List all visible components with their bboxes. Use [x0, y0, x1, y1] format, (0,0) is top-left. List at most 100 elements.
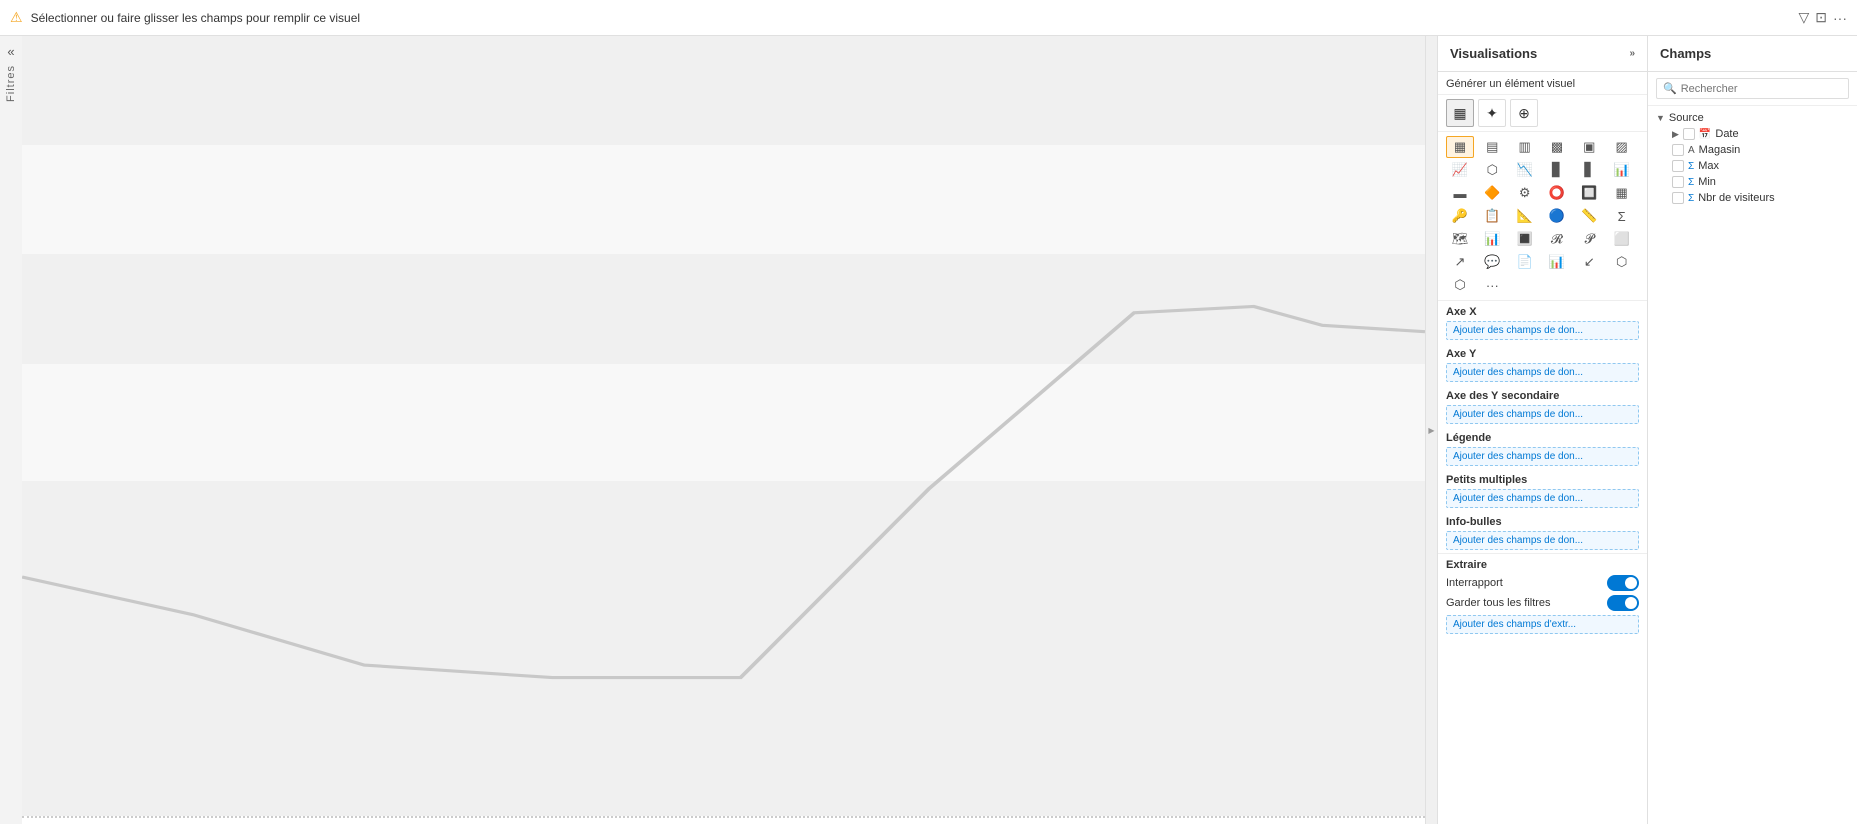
filters-label: Filtres: [5, 65, 17, 102]
ai-globe-btn[interactable]: ⊕: [1510, 99, 1538, 127]
vis-icon-matrix2[interactable]: Σ: [1608, 205, 1636, 227]
field-date-label: Date: [1715, 128, 1738, 140]
source-group-label: Source: [1669, 112, 1704, 124]
search-icon: 🔍: [1663, 82, 1677, 95]
filter-icon[interactable]: ▽: [1798, 9, 1809, 26]
vis-icon-custom2[interactable]: ⬡: [1608, 251, 1636, 273]
collapse-arrow-icon: ▶: [1428, 426, 1434, 435]
vis-icon-metric[interactable]: 📊: [1543, 251, 1571, 273]
vis-icon-map[interactable]: 🔲: [1575, 182, 1603, 204]
axe-y-label: Axe Y: [1446, 348, 1639, 360]
max-checkbox[interactable]: [1672, 160, 1684, 172]
generate-label: Générer un élément visuel: [1438, 72, 1647, 95]
vis-icon-ribbon[interactable]: ▊: [1543, 159, 1571, 181]
nbr-visiteurs-checkbox[interactable]: [1672, 192, 1684, 204]
field-item-min[interactable]: Σ Min: [1648, 174, 1857, 190]
info-bulles-section: Info-bulles Ajouter des champs de don...: [1438, 511, 1647, 553]
vis-icon-more[interactable]: ···: [1478, 274, 1506, 296]
chart-area: [22, 36, 1425, 824]
vis-icon-matrix[interactable]: ▥: [1511, 136, 1539, 158]
vis-icon-image[interactable]: 🔳: [1511, 228, 1539, 250]
expand-visualisations-icon[interactable]: »: [1629, 48, 1635, 59]
info-bulles-field-btn[interactable]: Ajouter des champs de don...: [1446, 531, 1639, 550]
vis-icon-gauge[interactable]: 🔑: [1446, 205, 1474, 227]
main-area: « Filtres ▶: [0, 36, 1857, 824]
garder-filtres-knob: [1625, 597, 1637, 609]
champs-title: Champs: [1660, 46, 1711, 61]
vis-icon-table[interactable]: ▤: [1478, 136, 1506, 158]
vis-icon-paginated[interactable]: 📄: [1511, 251, 1539, 273]
petits-multiples-label: Petits multiples: [1446, 474, 1639, 486]
sigma-nbr-icon: Σ: [1688, 193, 1694, 204]
vis-icon-card[interactable]: 📋: [1478, 205, 1506, 227]
petits-multiples-field-btn[interactable]: Ajouter des champs de don...: [1446, 489, 1639, 508]
vis-icon-table2[interactable]: 📏: [1575, 205, 1603, 227]
legende-field-btn[interactable]: Ajouter des champs de don...: [1446, 447, 1639, 466]
petits-multiples-section: Petits multiples Ajouter des champs de d…: [1438, 469, 1647, 511]
more-options-icon[interactable]: ···: [1833, 10, 1847, 26]
axe-y-secondaire-label: Axe des Y secondaire: [1446, 390, 1639, 402]
vis-icon-shape[interactable]: 🗺: [1446, 228, 1474, 250]
vis-icon-col-chart[interactable]: ▩: [1543, 136, 1571, 158]
ai-magic-btn[interactable]: ✦: [1478, 99, 1506, 127]
field-item-magasin[interactable]: A Magasin: [1648, 142, 1857, 158]
interrapport-toggle[interactable]: [1607, 575, 1639, 591]
vis-icon-extra[interactable]: ⬡: [1446, 274, 1474, 296]
vis-icon-treemap[interactable]: ⭕: [1543, 182, 1571, 204]
search-box: 🔍: [1656, 78, 1849, 99]
vis-icon-stacked[interactable]: ▨: [1608, 136, 1636, 158]
visualisations-panel: Générer un élément visuel ▦ ✦ ⊕ ▦ ▤ ▥ ▩: [1438, 72, 1648, 824]
vis-icon-area[interactable]: ⬡: [1478, 159, 1506, 181]
vis-icon-funnel[interactable]: 📊: [1608, 159, 1636, 181]
vis-icon-scatter[interactable]: ▬: [1446, 182, 1474, 204]
vis-icon-bar[interactable]: ▦: [1446, 136, 1474, 158]
vis-icon-slicer[interactable]: 🔵: [1543, 205, 1571, 227]
axe-y-field-btn[interactable]: Ajouter des champs de don...: [1446, 363, 1639, 382]
magasin-checkbox[interactable]: [1672, 144, 1684, 156]
vis-icon-pie[interactable]: 🔶: [1478, 182, 1506, 204]
date-checkbox[interactable]: [1683, 128, 1695, 140]
vis-icon-text[interactable]: 📊: [1478, 228, 1506, 250]
left-section: « Filtres: [0, 36, 1425, 824]
vis-icon-python[interactable]: 𝓟: [1575, 228, 1603, 250]
focus-icon[interactable]: ⊡: [1815, 9, 1827, 26]
search-input[interactable]: [1681, 83, 1842, 95]
vis-icon-line[interactable]: 📈: [1446, 159, 1474, 181]
chart-canvas: [22, 36, 1425, 816]
field-tree: ▼ Source ▶ 📅 Date A: [1648, 106, 1857, 824]
tab-visualisations[interactable]: Visualisations »: [1438, 36, 1648, 71]
field-item-date[interactable]: ▶ 📅 Date: [1648, 126, 1857, 142]
vis-icon-combo[interactable]: 📉: [1511, 159, 1539, 181]
ai-icons-row: ▦ ✦ ⊕: [1438, 95, 1647, 132]
collapse-right-panel[interactable]: ▶: [1425, 36, 1437, 824]
axe-x-field-btn[interactable]: Ajouter des champs de don...: [1446, 321, 1639, 340]
vis-icon-r[interactable]: 𝓡: [1543, 228, 1571, 250]
tab-champs[interactable]: Champs: [1648, 36, 1857, 71]
vis-icon-donut[interactable]: ⚙: [1511, 182, 1539, 204]
vis-icon-custom[interactable]: ↙: [1575, 251, 1603, 273]
extraire-field-btn[interactable]: Ajouter des champs d'extr...: [1446, 615, 1639, 634]
vis-icon-qa[interactable]: 💬: [1478, 251, 1506, 273]
min-checkbox[interactable]: [1672, 176, 1684, 188]
field-group-source-header[interactable]: ▼ Source: [1648, 110, 1857, 126]
vis-icon-filled-map[interactable]: ▦: [1608, 182, 1636, 204]
collapse-panels-icon[interactable]: «: [7, 44, 14, 59]
vis-icons-grid: ▦ ▤ ▥ ▩ ▣ ▨ 📈 ⬡ 📉 ▊ ▋ 📊 ▬: [1438, 132, 1647, 301]
vis-icon-decomp[interactable]: ⬜: [1608, 228, 1636, 250]
warning-icon: ⚠: [10, 9, 23, 26]
garder-filtres-toggle[interactable]: [1607, 595, 1639, 611]
ai-bar-chart-btn[interactable]: ▦: [1446, 99, 1474, 127]
vis-icon-kpi[interactable]: 📐: [1511, 205, 1539, 227]
vis-icon-narration[interactable]: ↗: [1446, 251, 1474, 273]
chart-svg: [22, 36, 1425, 816]
axe-x-label: Axe X: [1446, 306, 1639, 318]
vis-icon-clustered[interactable]: ▣: [1575, 136, 1603, 158]
vis-icon-waterfall[interactable]: ▋: [1575, 159, 1603, 181]
axe-y-secondaire-field-btn[interactable]: Ajouter des champs de don...: [1446, 405, 1639, 424]
top-bar: ⚠ Sélectionner ou faire glisser les cham…: [0, 0, 1857, 36]
field-item-max[interactable]: Σ Max: [1648, 158, 1857, 174]
field-item-nbr-visiteurs[interactable]: Σ Nbr de visiteurs: [1648, 190, 1857, 206]
field-min-label: Min: [1698, 176, 1716, 188]
top-bar-actions: ▽ ⊡ ···: [1798, 9, 1847, 26]
field-nbr-visiteurs-label: Nbr de visiteurs: [1698, 192, 1774, 204]
